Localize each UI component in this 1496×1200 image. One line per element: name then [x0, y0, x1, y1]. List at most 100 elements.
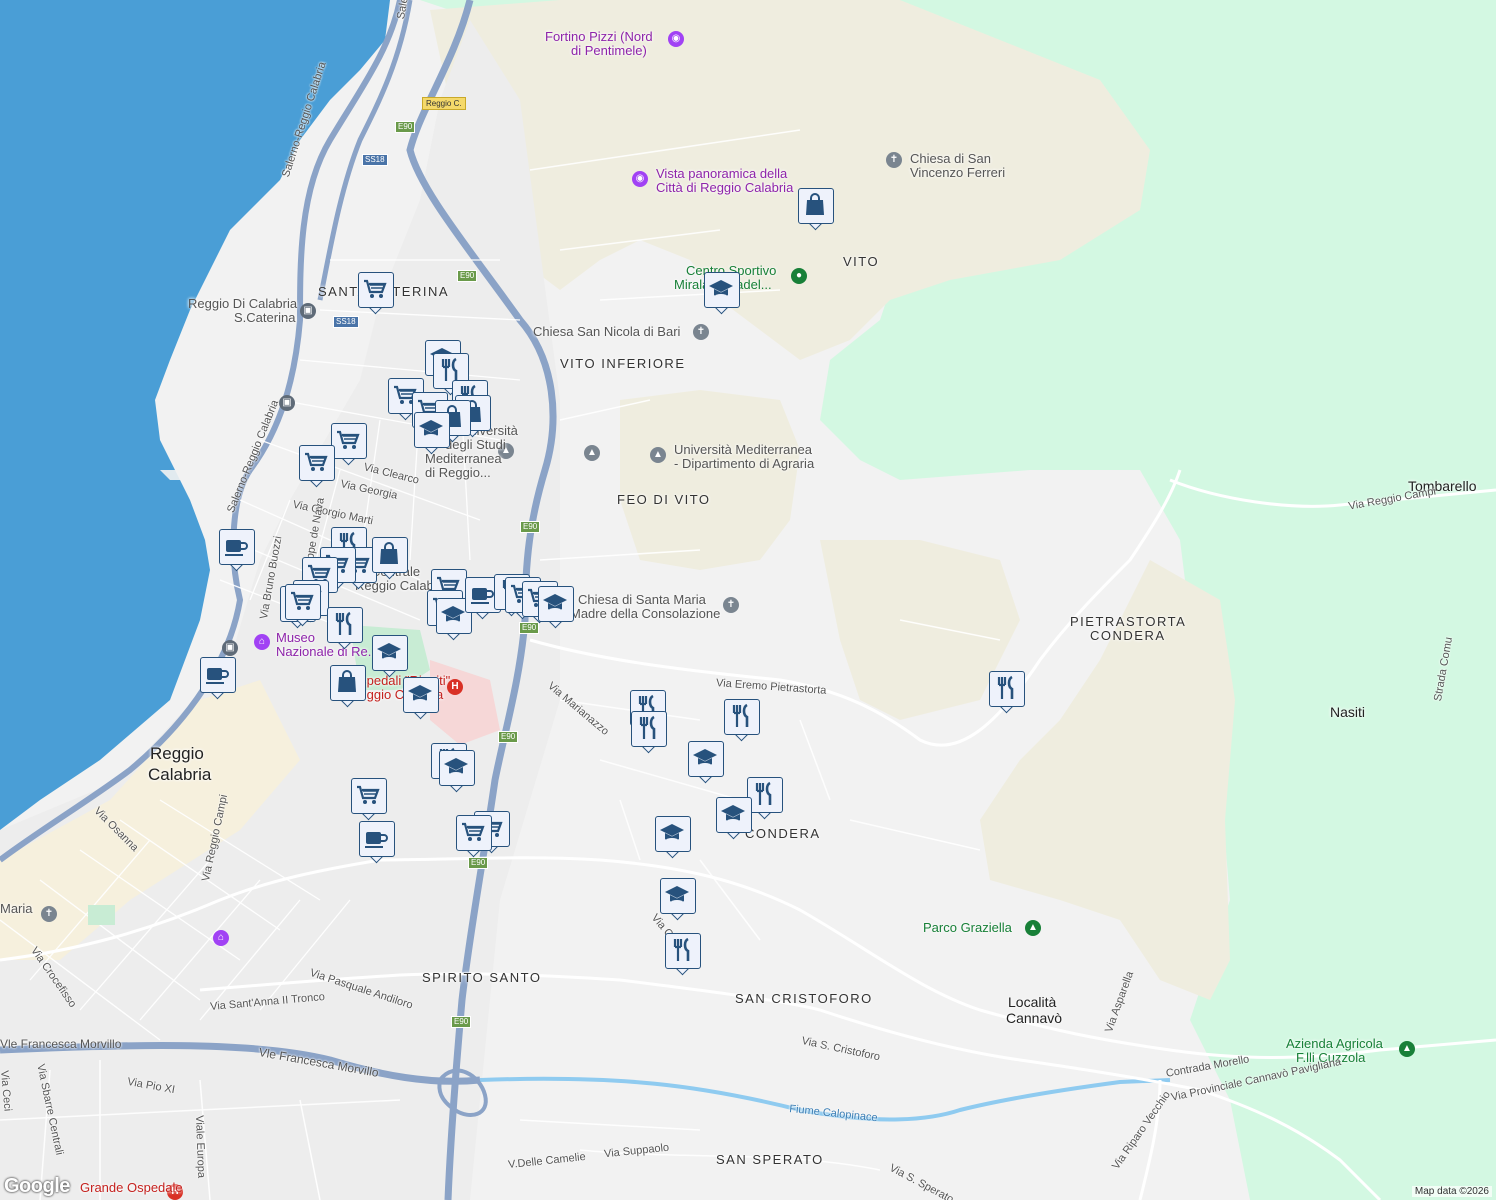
school-marker[interactable]	[688, 741, 724, 785]
shop-marker[interactable]	[372, 537, 408, 581]
locality-label-1: Località	[1008, 994, 1057, 1010]
graduation-cap-icon	[444, 758, 468, 776]
school-marker[interactable]	[538, 586, 574, 630]
museum-icon[interactable]: ⌂	[213, 930, 229, 946]
cart-marker[interactable]	[351, 778, 387, 822]
cart-icon	[291, 591, 314, 610]
graduation-cap-icon	[419, 420, 443, 438]
church-icon[interactable]: ✝	[886, 152, 902, 168]
park-icon[interactable]: ▲	[1025, 920, 1041, 936]
church-icon[interactable]: ✝	[723, 597, 739, 613]
fork-knife-icon	[673, 937, 690, 961]
sports-icon[interactable]: ●	[791, 268, 807, 284]
restaurant-marker[interactable]	[631, 711, 667, 755]
graduation-cap-icon	[408, 685, 432, 703]
graduation-cap-icon	[660, 824, 684, 842]
cart-marker[interactable]	[285, 584, 321, 628]
restaurant-marker[interactable]	[747, 777, 783, 821]
restaurant-marker[interactable]	[327, 607, 363, 651]
poi-univ-studi-line4[interactable]: di Reggio...	[425, 465, 491, 480]
poi-stazione-line2[interactable]: S.Caterina	[234, 310, 295, 325]
map-canvas[interactable]: E90 E90 E90 E90 E90 E90 E90 SS18 SS18 Re…	[0, 0, 1496, 1200]
graduation-cap-icon	[377, 643, 401, 661]
fork-knife-icon	[732, 703, 749, 727]
coffee-cup-icon	[206, 668, 229, 684]
church-icon[interactable]: ✝	[693, 324, 709, 340]
school-marker[interactable]	[655, 816, 691, 860]
cart-marker[interactable]	[331, 423, 367, 467]
poi-fortino-line2[interactable]: di Pentimele)	[571, 43, 647, 58]
restaurant-marker[interactable]	[665, 933, 701, 977]
google-logo: Google	[4, 1175, 70, 1197]
coffee-cup-icon	[471, 588, 494, 604]
cart-marker[interactable]	[358, 272, 394, 316]
restaurant-marker[interactable]	[724, 699, 760, 743]
graduation-cap-icon	[441, 606, 465, 624]
school-marker[interactable]	[716, 797, 752, 841]
cart-marker[interactable]	[456, 815, 492, 859]
fork-knife-icon	[639, 715, 656, 739]
area-label-condera-upper: CONDERA	[1090, 628, 1166, 643]
area-label-spirito-santo: SPIRITO SANTO	[422, 970, 542, 985]
restaurant-marker[interactable]	[989, 671, 1025, 715]
graduation-cap-icon	[721, 805, 745, 823]
e90-shield: E90	[395, 121, 416, 133]
cart-marker[interactable]	[299, 445, 335, 489]
shopping-bag-icon	[338, 670, 356, 692]
area-label-feo-di-vito: FEO DI VITO	[617, 492, 711, 507]
school-marker[interactable]	[372, 635, 408, 679]
fork-knife-icon	[997, 675, 1014, 699]
train-icon[interactable]: ▣	[222, 640, 238, 656]
cart-icon	[462, 822, 485, 841]
area-label-san-sperato: SAN SPERATO	[716, 1152, 824, 1167]
school-marker[interactable]	[414, 412, 450, 456]
cafe-marker[interactable]	[200, 657, 236, 701]
e90-shield: E90	[498, 731, 519, 743]
area-label-san-cristoforo: SAN CRISTOFORO	[735, 991, 873, 1006]
school-marker[interactable]	[704, 272, 740, 316]
train-icon[interactable]: ▣	[300, 303, 316, 319]
area-label-vito: VITO	[843, 254, 880, 269]
school-icon[interactable]: ▲	[584, 445, 600, 461]
museum-icon[interactable]: ⌂	[254, 634, 270, 650]
school-marker[interactable]	[403, 677, 439, 721]
area-label-condera: CONDERA	[745, 826, 821, 841]
park-icon[interactable]: ▲	[1399, 1041, 1415, 1057]
camera-icon[interactable]: ◉	[632, 171, 648, 187]
poi-chiesa-vincenzo-line2[interactable]: Vincenzo Ferreri	[910, 165, 1005, 180]
graduation-cap-icon	[543, 594, 567, 612]
poi-santa-maria[interactable]: Maria	[0, 901, 33, 916]
cafe-marker[interactable]	[219, 529, 255, 573]
reggio-direction-sign: Reggio C.	[422, 97, 466, 110]
ss18-shield: SS18	[362, 154, 388, 166]
school-marker[interactable]	[660, 878, 696, 922]
locality-label-2: Cannavò	[1006, 1010, 1063, 1026]
school-marker[interactable]	[439, 750, 475, 794]
cart-icon	[357, 785, 380, 804]
graduation-cap-icon	[665, 886, 689, 904]
bus-icon[interactable]: ▣	[279, 395, 295, 411]
poi-grande-osp-line1[interactable]: Grande Ospedale	[80, 1180, 183, 1195]
poi-chiesa-consolazione-line2[interactable]: Madre della Consolazione	[570, 606, 720, 621]
poi-univ-agraria-line2[interactable]: - Dipartimento di Agraria	[674, 456, 814, 471]
poi-parco[interactable]: Parco Graziella	[923, 920, 1012, 935]
city-label-reggio: Reggio	[150, 744, 204, 763]
poi-chiesa-nicola[interactable]: Chiesa San Nicola di Bari	[533, 324, 680, 339]
locality-nasiti: Nasiti	[1330, 704, 1366, 720]
church-icon[interactable]: ✝	[41, 906, 57, 922]
shopping-bag-icon	[380, 542, 398, 564]
area-label-vito-inferiore: VITO INFERIORE	[560, 356, 686, 371]
ss18-shield: SS18	[333, 316, 359, 328]
camera-icon[interactable]: ◉	[668, 31, 684, 47]
cafe-marker[interactable]	[359, 821, 395, 865]
shop-marker[interactable]	[330, 665, 366, 709]
cart-icon	[305, 452, 328, 471]
e90-shield: E90	[451, 1016, 472, 1028]
school-icon[interactable]: ▲	[650, 447, 666, 463]
shopping-bag-icon	[806, 193, 824, 215]
e90-shield: E90	[520, 521, 541, 533]
map-attribution: Map data ©2026	[1411, 1186, 1492, 1197]
coffee-cup-icon	[225, 540, 248, 556]
poi-vista-line2[interactable]: Città di Reggio Calabria	[656, 180, 793, 195]
shop-marker[interactable]	[798, 188, 834, 232]
